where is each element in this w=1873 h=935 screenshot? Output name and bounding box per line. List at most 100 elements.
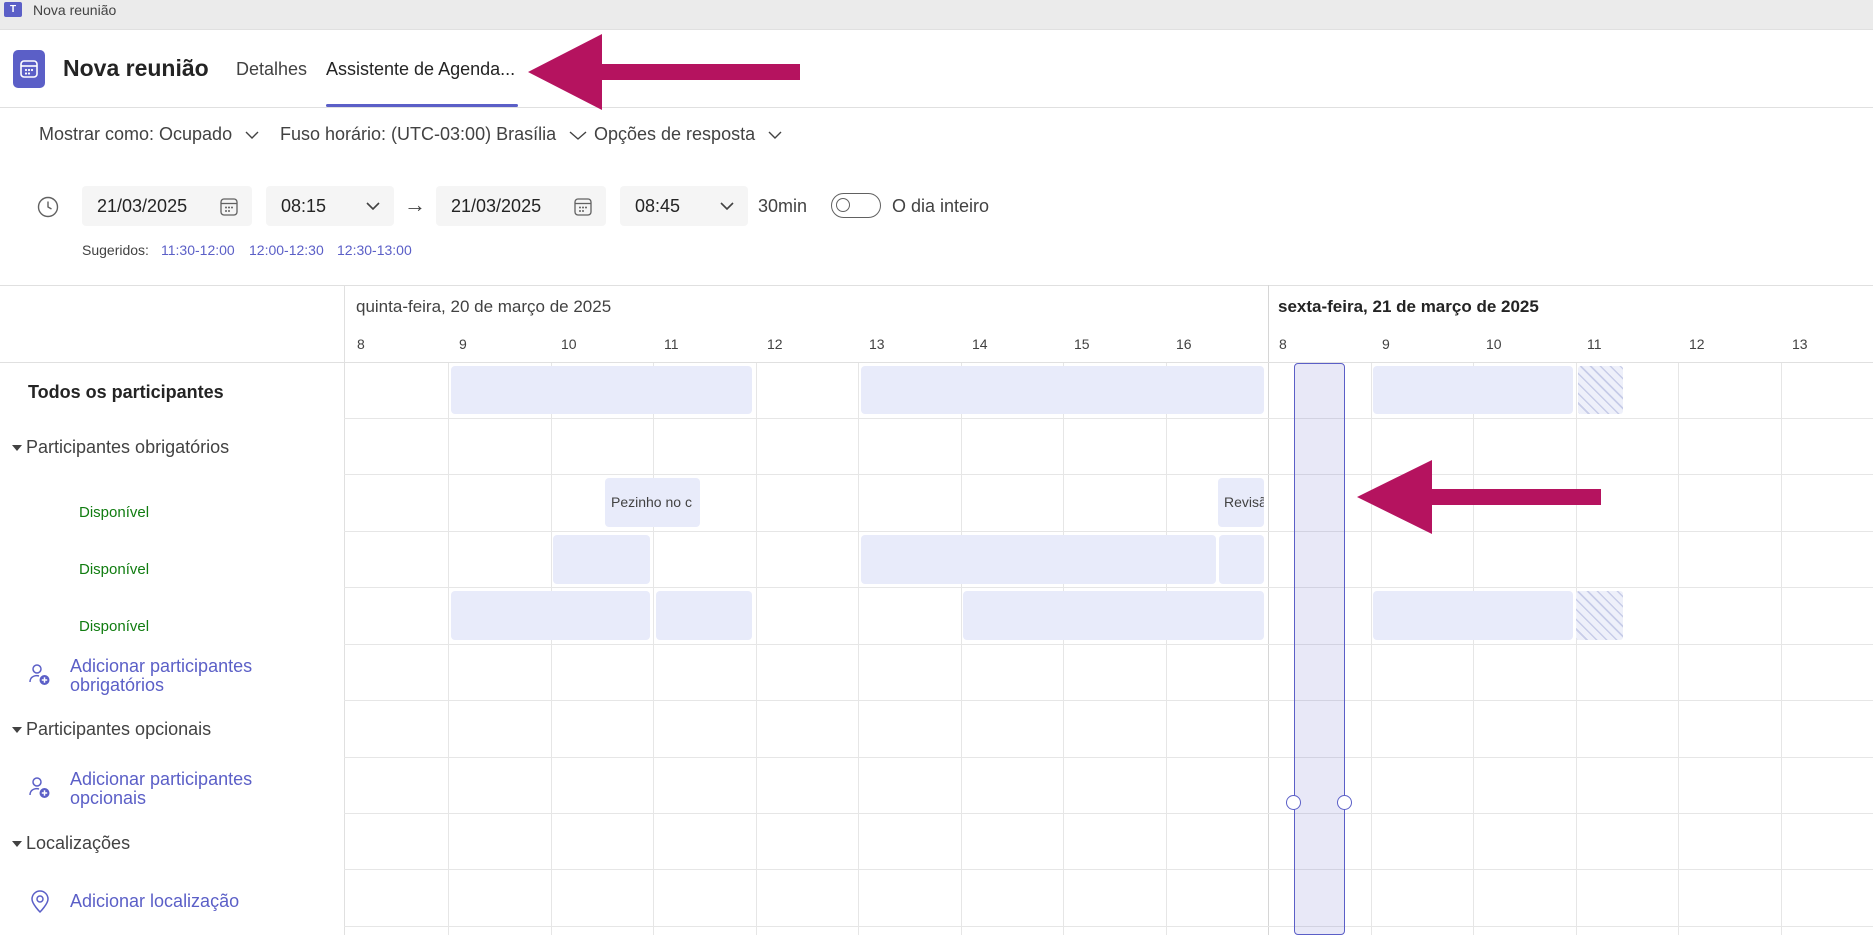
page-title: Nova reunião	[63, 55, 209, 81]
section-label: Participantes obrigatórios	[26, 437, 230, 457]
grid-line	[1371, 362, 1372, 935]
end-date-value: 21/03/2025	[451, 196, 542, 216]
grid-line	[756, 362, 757, 935]
locations-section[interactable]: Localizações	[12, 833, 130, 854]
optional-participants-section[interactable]: Participantes opcionais	[12, 719, 211, 740]
attendee-status: Disponível	[79, 618, 150, 635]
end-time-value: 08:45	[635, 196, 681, 216]
busy-block[interactable]	[553, 535, 650, 584]
grid-line	[653, 362, 654, 935]
grid-line	[1166, 362, 1167, 935]
add-person-icon	[29, 777, 50, 798]
link-line: opcionais	[70, 788, 147, 808]
grid-row-line	[344, 700, 1873, 701]
day-header-friday: sexta-feira, 21 de março de 2025	[1278, 297, 1539, 316]
grid-row-line	[344, 926, 1873, 927]
event-revisao[interactable]: Revisã	[1218, 478, 1264, 527]
start-time-select[interactable]: 08:15	[266, 186, 394, 226]
suggestion-link[interactable]: 12:30-13:00	[337, 242, 412, 258]
grid-line	[961, 362, 962, 935]
tab-scheduling-assistant[interactable]: Assistente de Agenda...	[326, 59, 515, 80]
busy-block[interactable]	[451, 366, 752, 414]
caret-down-icon	[12, 727, 22, 734]
chevron-down-icon	[720, 202, 734, 210]
all-participants-label: Todos os participantes	[28, 382, 224, 402]
busy-block[interactable]	[451, 591, 650, 640]
busy-block[interactable]	[1373, 591, 1573, 640]
suggested-label: Sugeridos:	[82, 242, 149, 258]
link-line: Adicionar participantes	[70, 769, 253, 789]
hour-label: 10	[1486, 336, 1502, 352]
grid-row-line	[344, 813, 1873, 814]
add-optional-participants-link[interactable]: Adicionar participantes opcionais	[70, 770, 252, 808]
tab-details[interactable]: Detalhes	[236, 59, 307, 80]
active-tab-indicator	[326, 104, 518, 107]
suggestion-link[interactable]: 11:30-12:00	[161, 242, 235, 258]
hour-label: 8	[1279, 336, 1287, 352]
tentative-block[interactable]	[1578, 366, 1623, 414]
event-pezinho[interactable]: Pezinho no c	[605, 478, 700, 527]
annotation-arrow-tabs	[528, 34, 800, 110]
add-required-participants-link[interactable]: Adicionar participantes obrigatórios	[70, 657, 252, 695]
busy-block[interactable]	[656, 591, 752, 640]
grid-line	[1781, 362, 1782, 935]
end-time-select[interactable]: 08:45	[620, 186, 748, 226]
day-header-thursday: quinta-feira, 20 de março de 2025	[356, 297, 612, 316]
duration-label: 30min	[758, 196, 808, 216]
grid-row-line	[344, 644, 1873, 645]
grid-row-line	[344, 757, 1873, 758]
hour-label: 11	[664, 336, 679, 352]
busy-block[interactable]	[1219, 535, 1264, 584]
add-location-link[interactable]: Adicionar localização	[70, 892, 239, 911]
suggestion-link[interactable]: 12:00-12:30	[249, 242, 324, 258]
grid-line	[858, 362, 859, 935]
window-title: Nova reunião	[33, 2, 117, 18]
response-options-label: Opções de resposta	[594, 124, 756, 144]
hour-label: 15	[1074, 336, 1090, 352]
hour-label: 13	[1792, 336, 1808, 352]
grid-line	[448, 362, 449, 935]
calendar-icon	[13, 50, 45, 88]
hour-label: 14	[972, 336, 988, 352]
response-options-dropdown[interactable]: Opções de resposta	[594, 124, 782, 145]
hour-label: 11	[1587, 336, 1602, 352]
location-pin-icon	[31, 890, 49, 914]
grid-row-line	[344, 418, 1873, 419]
busy-block[interactable]	[963, 591, 1264, 640]
left-panel-divider	[344, 285, 345, 935]
teams-icon: T	[4, 2, 22, 17]
end-date-input[interactable]: 21/03/2025	[436, 186, 606, 226]
show-as-label: Mostrar como: Ocupado	[39, 124, 233, 144]
show-as-dropdown[interactable]: Mostrar como: Ocupado	[39, 124, 259, 145]
busy-block[interactable]	[861, 366, 1264, 414]
title-bar: T Nova reunião	[0, 0, 1873, 30]
start-date-value: 21/03/2025	[97, 196, 188, 216]
calendar-picker-icon[interactable]	[574, 198, 592, 216]
hour-label: 16	[1176, 336, 1192, 352]
chevron-down-icon	[569, 131, 587, 140]
grid-line	[551, 362, 552, 935]
toggle-knob	[836, 198, 850, 212]
required-participants-section[interactable]: Participantes obrigatórios	[12, 437, 229, 458]
all-day-toggle[interactable]	[831, 193, 881, 218]
busy-block[interactable]	[861, 535, 1216, 584]
timezone-label: Fuso horário: (UTC-03:00) Brasília	[280, 124, 557, 144]
event-title: Revisã	[1224, 494, 1264, 510]
meeting-time-selection[interactable]	[1294, 363, 1345, 935]
timezone-dropdown[interactable]: Fuso horário: (UTC-03:00) Brasília	[280, 124, 587, 145]
tentative-block[interactable]	[1576, 591, 1623, 640]
grid-header-border	[0, 362, 1873, 363]
hour-label: 13	[869, 336, 885, 352]
arrow-right-icon: →	[404, 192, 426, 217]
grid-line	[1576, 362, 1577, 935]
header: Nova reunião Detalhes Assistente de Agen…	[0, 30, 1873, 108]
grid-row-line	[344, 474, 1873, 475]
hour-label: 8	[357, 336, 365, 352]
attendee-status: Disponível	[79, 561, 150, 578]
chevron-down-icon	[768, 131, 782, 140]
busy-block[interactable]	[1373, 366, 1573, 414]
calendar-picker-icon[interactable]	[220, 198, 238, 216]
selection-resize-handle-left[interactable]	[1286, 795, 1301, 810]
start-date-input[interactable]: 21/03/2025	[82, 186, 252, 226]
selection-resize-handle-right[interactable]	[1337, 795, 1352, 810]
